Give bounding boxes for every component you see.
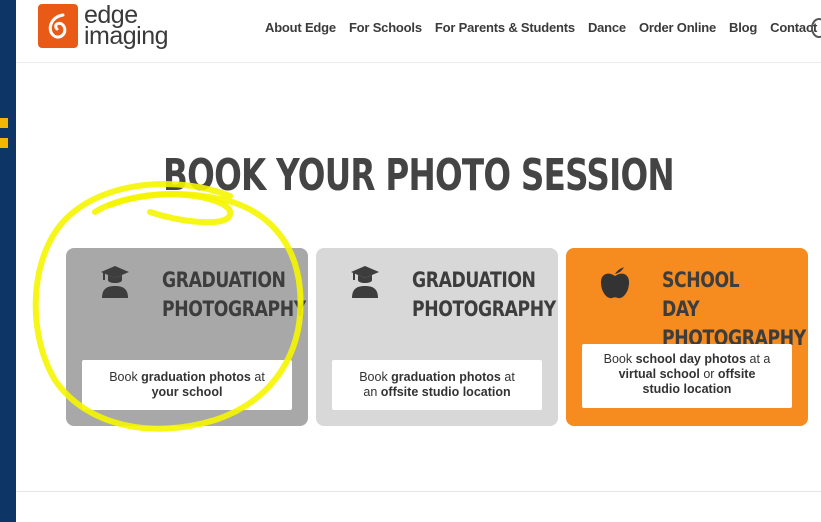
desc-bold: offsite: [717, 367, 756, 381]
left-edge-marks: [0, 118, 8, 158]
card-title-line1: GRADUATION: [162, 268, 286, 292]
browser-viewport: edge imaging About Edge For Schools For …: [16, 0, 821, 522]
card-title: GRADUATION PHOTOGRAPHY: [162, 266, 306, 324]
desc-bold: school day photos: [635, 352, 747, 366]
logo-swirl-icon: [38, 4, 78, 48]
site-header: edge imaging About Edge For Schools For …: [16, 0, 821, 63]
card-school-day[interactable]: SCHOOL DAY PHOTOGRAPHY Book school day p…: [566, 248, 808, 426]
nav-for-parents-students[interactable]: For Parents & Students: [435, 20, 575, 35]
desc-bold: virtual school: [618, 367, 700, 381]
card-description-button[interactable]: Book school day photos at a virtual scho…: [582, 344, 792, 408]
main-nav: About Edge For Schools For Parents & Stu…: [265, 20, 821, 35]
card-graduation-offsite[interactable]: GRADUATION PHOTOGRAPHY Book graduation p…: [316, 248, 558, 426]
card-title: SCHOOL DAY PHOTOGRAPHY: [662, 266, 806, 353]
graduate-icon: [348, 264, 382, 303]
desc-text: Book: [359, 370, 392, 384]
card-title-line1: SCHOOL DAY: [662, 268, 740, 321]
desc-text: at: [250, 370, 265, 384]
card-description-button[interactable]: Book graduation photos at an offsite stu…: [332, 360, 542, 410]
desc-bold: offsite studio location: [380, 385, 511, 399]
desc-bold: your school: [151, 385, 223, 399]
card-title-line1: GRADUATION: [412, 268, 536, 292]
nav-overflow-icon[interactable]: [811, 18, 821, 38]
nav-for-schools[interactable]: For Schools: [349, 20, 422, 35]
desc-text: at: [500, 370, 515, 384]
logo-text-line2: imaging: [84, 22, 169, 50]
desc-bold: graduation photos: [391, 370, 501, 384]
desc-text: or: [699, 367, 718, 381]
nav-order-online[interactable]: Order Online: [639, 20, 716, 35]
page-title: BOOK YOUR PHOTO SESSION: [163, 150, 675, 201]
desc-bold: studio location: [642, 382, 732, 396]
desc-bold: graduation photos: [141, 370, 251, 384]
card-description-button[interactable]: Book graduation photos at your school: [82, 360, 292, 410]
card-title: GRADUATION PHOTOGRAPHY: [412, 266, 556, 324]
nav-blog[interactable]: Blog: [729, 20, 757, 35]
nav-about-edge[interactable]: About Edge: [265, 20, 336, 35]
graduate-icon: [98, 264, 132, 303]
card-title-line2: PHOTOGRAPHY: [412, 297, 556, 321]
desc-text: Book: [109, 370, 142, 384]
desc-text: at a: [746, 352, 771, 366]
apple-icon: [598, 264, 632, 305]
nav-dance[interactable]: Dance: [588, 20, 626, 35]
section-divider: [16, 491, 821, 492]
desc-text: an: [363, 385, 381, 399]
card-graduation-at-school[interactable]: GRADUATION PHOTOGRAPHY Book graduation p…: [66, 248, 308, 426]
desc-text: Book: [603, 352, 636, 366]
logo-text: edge imaging: [84, 3, 169, 50]
edge-imaging-logo[interactable]: edge imaging: [38, 3, 169, 50]
card-title-line2: PHOTOGRAPHY: [162, 297, 306, 321]
